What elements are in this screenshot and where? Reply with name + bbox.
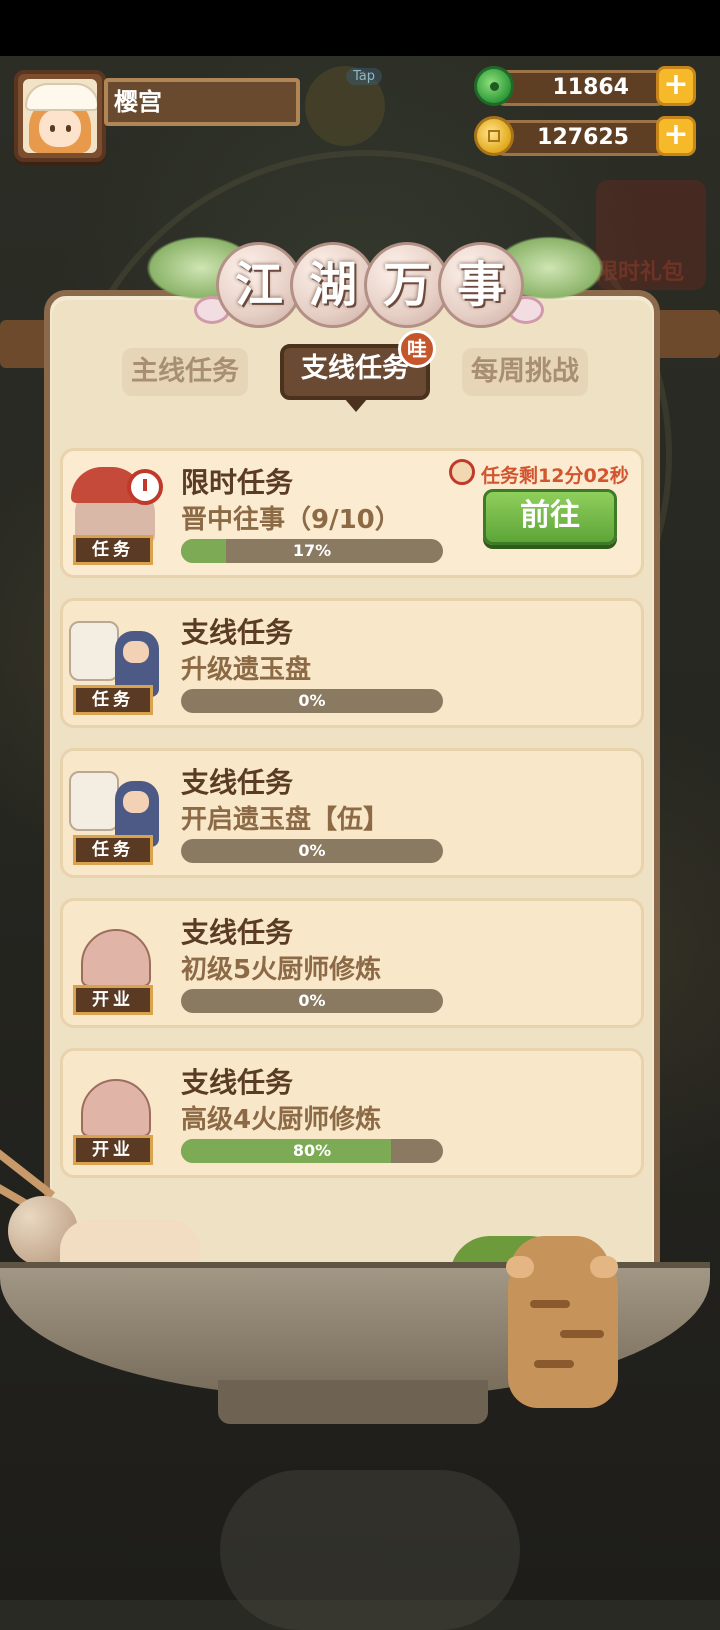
status-bar xyxy=(0,0,720,56)
alarm-clock-icon xyxy=(449,459,475,485)
task-type: 支线任务 xyxy=(181,1066,294,1099)
chef-scroll-icon: 任务 xyxy=(67,761,167,871)
coin-counter: 127625 xyxy=(488,120,674,156)
task-progress-bar: 0% xyxy=(181,989,443,1013)
jade-counter: 11864 xyxy=(488,70,674,106)
task-icon-label: 开业 xyxy=(73,985,153,1015)
new-badge: 哇 xyxy=(398,330,436,368)
player-name: 樱宫 xyxy=(104,78,300,126)
tent-shop-icon: 开业 xyxy=(67,1061,167,1171)
cat-paw xyxy=(590,1256,618,1278)
tab-main-quests[interactable]: 主线任务 xyxy=(122,348,248,396)
tap-hint: Tap xyxy=(346,68,383,85)
title-char-4: 事 xyxy=(438,242,524,328)
tent-shop-icon: 开业 xyxy=(67,911,167,1021)
task-name: 升级遗玉盘 xyxy=(181,655,312,685)
task-name: 高级4火厨师修炼 xyxy=(181,1105,382,1135)
task-progress-text: 0% xyxy=(298,991,326,1010)
task-card[interactable]: 任务 支线任务 开启遗玉盘【伍】 0% xyxy=(60,748,644,878)
task-icon-label: 任务 xyxy=(73,535,153,565)
cat-stripe xyxy=(530,1300,570,1308)
limited-gift-label: 限时礼包 xyxy=(596,260,685,285)
task-timer: 任务剩12分02秒 xyxy=(481,465,629,487)
task-type: 支线任务 xyxy=(181,616,294,649)
task-card[interactable]: 开业 支线任务 高级4火厨师修炼 80% xyxy=(60,1048,644,1178)
task-icon-label: 开业 xyxy=(73,1135,153,1165)
bowl-base xyxy=(218,1380,488,1424)
task-progress-text: 80% xyxy=(292,1141,332,1160)
task-progress-bar: 17% xyxy=(181,539,443,563)
coin-icon xyxy=(474,116,514,156)
scroll-rod-right xyxy=(650,310,720,358)
task-progress-text: 17% xyxy=(292,541,332,560)
chef-scroll-icon: 任务 xyxy=(67,611,167,721)
add-coin-button[interactable]: + xyxy=(656,116,696,156)
clock-icon xyxy=(127,469,163,505)
task-icon-label: 任务 xyxy=(73,835,153,865)
cat-stripe xyxy=(560,1330,604,1338)
stall-icon: 任务 xyxy=(67,461,167,571)
cat-paw xyxy=(506,1256,534,1278)
task-type: 支线任务 xyxy=(181,916,294,949)
tab-weekly-challenge[interactable]: 每周挑战 xyxy=(462,348,588,396)
task-card[interactable]: 开业 支线任务 初级5火厨师修炼 0% xyxy=(60,898,644,1028)
task-type: 支线任务 xyxy=(181,766,294,799)
go-button[interactable]: 前往 xyxy=(483,489,617,545)
active-tab-pointer xyxy=(344,398,368,412)
player-avatar[interactable] xyxy=(14,70,106,162)
task-name: 开启遗玉盘【伍】 xyxy=(181,805,390,835)
task-progress-bar: 0% xyxy=(181,839,443,863)
jade-icon xyxy=(474,66,514,106)
cat-stripe xyxy=(534,1360,574,1368)
task-name: 晋中往事（9/10） xyxy=(181,505,401,535)
task-card[interactable]: 任务 限时任务 晋中往事（9/10） 17% 任务剩12分02秒 前往 xyxy=(60,448,644,578)
task-progress-bar: 80% xyxy=(181,1139,443,1163)
task-icon-label: 任务 xyxy=(73,685,153,715)
task-card[interactable]: 任务 支线任务 升级遗玉盘 0% xyxy=(60,598,644,728)
background-glow xyxy=(220,1470,520,1630)
task-name: 初级5火厨师修炼 xyxy=(181,955,382,985)
add-jade-button[interactable]: + xyxy=(656,66,696,106)
task-progress-text: 0% xyxy=(298,841,326,860)
task-progress-bar: 0% xyxy=(181,689,443,713)
task-progress-text: 0% xyxy=(298,691,326,710)
task-type: 限时任务 xyxy=(181,466,294,499)
avatar-portrait xyxy=(23,79,97,153)
